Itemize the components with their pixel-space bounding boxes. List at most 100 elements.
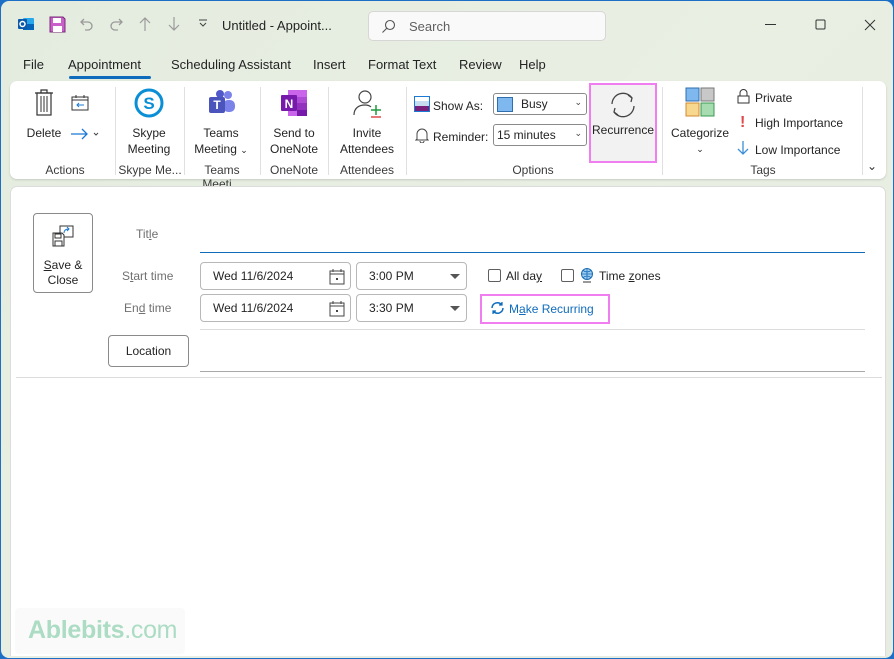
send-to-onenote-button[interactable]: N Send to OneNote [266,87,322,157]
group-label-tags: Tags [750,163,776,177]
end-date-value: Wed 11/6/2024 [213,301,294,315]
reminder-value: 15 minutes [497,128,556,142]
globe-icon [580,268,594,286]
maximize-button[interactable] [806,13,836,37]
high-importance-button[interactable]: ! High Importance [737,114,843,132]
tab-scheduling-assistant[interactable]: Scheduling Assistant [171,57,291,72]
show-as-icon [414,96,430,115]
start-time-value: 3:00 PM [369,269,414,283]
tab-file[interactable]: File [23,57,44,72]
time-zones-checkbox[interactable] [561,269,574,282]
chevron-down-icon: ⌄ [240,145,248,155]
save-close-icon [51,224,75,252]
customize-qat-icon[interactable] [194,15,212,33]
location-input[interactable] [200,371,865,372]
group-label-onenote: OneNote [269,163,319,177]
start-date-picker[interactable]: Wed 11/6/2024 [200,262,351,290]
save-icon[interactable] [48,15,66,33]
invite-label-line1: Invite [352,126,382,140]
close-icon [864,19,876,31]
minimize-icon [765,24,776,25]
onenote-label-line1: Send to [273,126,315,140]
tab-help[interactable]: Help [519,57,546,72]
dropdown-arrow-icon [450,306,460,311]
title-bar: Untitled - Appoint... Search [1,1,893,49]
ribbon-separator [115,87,116,175]
group-label-attendees: Attendees [339,163,395,177]
location-button[interactable]: Location [108,335,189,367]
low-importance-icon [737,140,755,159]
tab-insert[interactable]: Insert [313,57,346,72]
skype-meeting-button[interactable]: S Skype Meeting [120,87,178,157]
ribbon-separator [662,87,663,175]
recurrence-icon [607,91,639,122]
recurrence-label: Recurrence [591,123,655,137]
low-importance-label: Low Importance [755,142,841,157]
group-label-skype: Skype Me... [118,163,182,177]
redo-icon[interactable] [107,15,125,33]
calendar-icon[interactable] [329,301,345,320]
calendar-icon[interactable] [329,269,345,288]
calendar-forward-icon[interactable] [71,95,89,114]
end-time-label: End time [124,301,172,315]
make-recurring-button[interactable]: Ma ke Recurring [480,294,610,324]
forward-icon[interactable] [70,128,100,143]
lock-icon [737,89,755,107]
all-day-label: All day [506,269,543,283]
invite-attendees-button[interactable]: Invite Attendees [334,87,400,157]
private-button[interactable]: Private [737,89,792,107]
search-input[interactable]: Search [368,11,606,41]
chevron-down-icon: ⌄ [574,128,582,138]
title-label: Title [136,227,159,241]
ribbon-separator [260,87,261,175]
all-day-checkbox[interactable] [488,269,501,282]
undo-icon[interactable] [78,15,96,33]
minimize-button[interactable] [756,13,786,37]
show-as-value: Busy [521,97,548,111]
time-zones-label: Time zones [599,269,661,283]
categorize-label: Categorize [670,126,730,140]
reminder-dropdown[interactable]: 15 minutes ⌄ [493,124,587,146]
divider [200,329,865,330]
appointment-form: Save & Close Title Start time Wed 11/6/2… [10,186,886,656]
recurrence-button[interactable]: Recurrence [589,83,657,163]
teams-label-line1: Teams [203,126,239,140]
reminder-label: Reminder: [414,127,488,146]
ribbon-collapse-icon[interactable]: ⌄ [867,159,877,173]
next-item-icon[interactable] [165,15,183,33]
private-label: Private [755,91,793,105]
previous-item-icon[interactable] [136,15,154,33]
show-as-label: Show As: [414,96,483,115]
high-importance-icon: ! [740,114,746,131]
outlook-appointment-window: Untitled - Appoint... Search File Appoin… [1,1,893,658]
skype-label-line1: Skype [132,126,166,140]
ablebits-watermark: Ablebits.com [15,608,185,654]
tab-review[interactable]: Review [459,57,502,72]
onenote-label-line2: OneNote [269,142,319,156]
save-close-label-2: Close [47,273,79,287]
low-importance-button[interactable]: Low Importance [737,140,840,159]
chevron-down-icon: ⌄ [696,144,704,154]
save-and-close-button[interactable]: Save & Close [33,213,93,293]
search-placeholder: Search [409,19,451,34]
categorize-button[interactable]: Categorize ⌄ [667,87,733,157]
show-as-dropdown[interactable]: Busy ⌄ [493,93,587,115]
trash-icon [24,87,64,121]
teams-icon: T [188,87,254,123]
tab-appointment[interactable]: Appointment [68,57,141,72]
skype-label-line2: Meeting [127,142,171,156]
teams-meeting-button[interactable]: T Teams Meeting ⌄ [188,87,254,158]
onenote-icon: N [266,87,322,123]
delete-button[interactable]: Delete [24,87,64,141]
close-button[interactable] [855,13,885,37]
tab-format-text[interactable]: Format Text [368,57,436,72]
start-time-dropdown[interactable]: 3:00 PM [356,262,467,290]
outlook-app-icon[interactable] [17,15,35,33]
title-input[interactable] [200,215,865,253]
end-time-dropdown[interactable]: 3:30 PM [356,294,467,322]
ribbon-separator [406,87,407,175]
end-date-picker[interactable]: Wed 11/6/2024 [200,294,351,322]
save-close-label-1: ave & [51,258,83,272]
invite-attendees-icon [334,87,400,123]
high-importance-label: High Importance [755,116,844,130]
